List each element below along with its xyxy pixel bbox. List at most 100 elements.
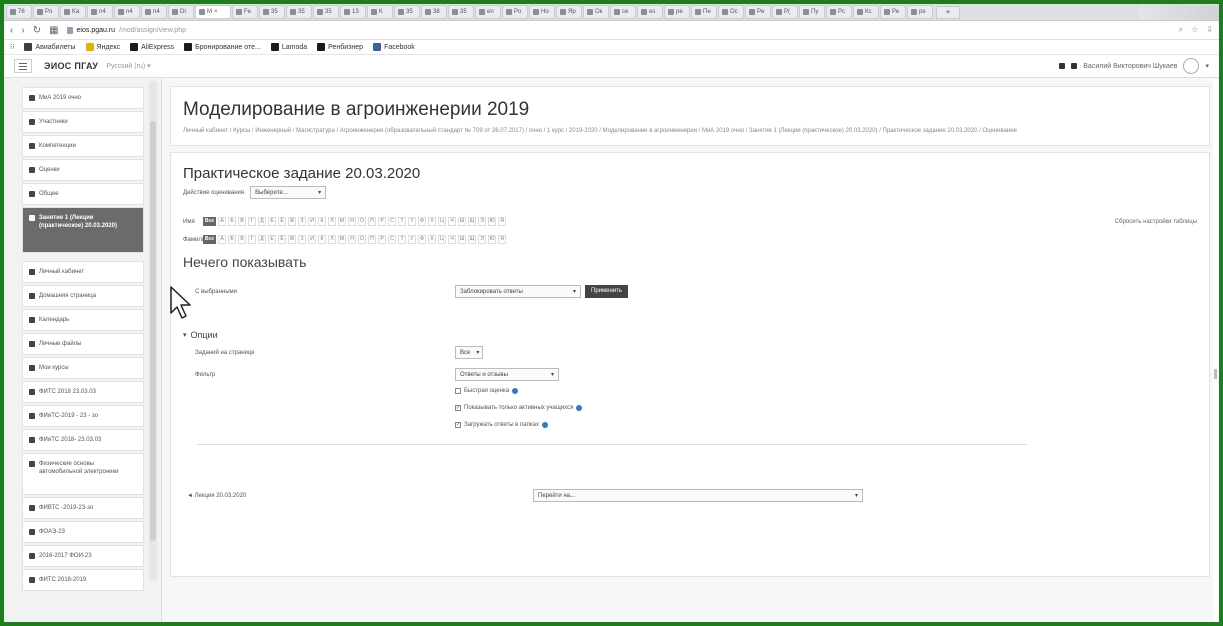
drawer-scrollbar[interactable] xyxy=(149,81,157,581)
bookmark-item[interactable]: Яндекс xyxy=(85,43,120,51)
forward-icon[interactable]: › xyxy=(21,25,24,36)
lastname-letter[interactable]: Х xyxy=(428,235,436,244)
window-controls[interactable] xyxy=(1139,4,1219,20)
drawer-item[interactable]: Участники xyxy=(22,111,144,133)
reload-icon[interactable]: ↻ xyxy=(33,25,41,36)
firstname-letter[interactable]: В xyxy=(238,217,246,226)
browser-tab[interactable]: en xyxy=(475,5,501,19)
firstname-letter[interactable]: М xyxy=(338,217,346,226)
browser-tab[interactable]: n4 xyxy=(87,5,113,19)
drawer-item[interactable]: Домашняя страница xyxy=(22,285,144,307)
breadcrumb[interactable]: Личный кабинет / Курсы / Инженерный / Ма… xyxy=(183,127,1173,136)
lastname-letter[interactable]: Э xyxy=(478,235,486,244)
lastname-letter[interactable]: Ё xyxy=(278,235,286,244)
lastname-letter[interactable]: А xyxy=(218,235,226,244)
quick-grading-checkbox[interactable] xyxy=(455,388,461,394)
browser-tab[interactable]: Пу xyxy=(799,5,825,19)
firstname-letter[interactable]: Н xyxy=(348,217,356,226)
download-icon[interactable]: ⇩ xyxy=(1206,25,1213,35)
browser-tab[interactable]: 35 xyxy=(313,5,339,19)
browser-tab[interactable]: 76 xyxy=(6,5,32,19)
lastname-letter[interactable]: Ц xyxy=(438,235,446,244)
drawer-item[interactable]: Занятие 1 (Лекции (практическое) 20.03.2… xyxy=(22,207,144,253)
browser-tab[interactable]: Fe xyxy=(232,5,258,19)
bookmark-item[interactable]: Ренбизнер xyxy=(317,43,363,51)
browser-tab[interactable]: Кс xyxy=(853,5,879,19)
drawer-item[interactable]: Личные файлы xyxy=(22,333,144,355)
close-tab-icon[interactable]: × xyxy=(214,9,218,15)
bookmark-item[interactable]: AliExpress xyxy=(130,43,174,51)
notifications-icon[interactable] xyxy=(1059,63,1066,69)
bookmark-item[interactable]: Facebook xyxy=(373,43,415,51)
lastname-letter[interactable]: Ф xyxy=(418,235,426,244)
firstname-letter[interactable]: Я xyxy=(498,217,506,226)
browser-tab[interactable]: 13 xyxy=(340,5,366,19)
firstname-letter[interactable]: Э xyxy=(478,217,486,226)
firstname-letter[interactable]: Х xyxy=(428,217,436,226)
drawer-item[interactable]: 2016-2017 ФОИ-23 xyxy=(22,545,144,567)
drawer-item[interactable]: ФОАЭ-23 xyxy=(22,521,144,543)
browser-tab[interactable]: 35 xyxy=(448,5,474,19)
lastname-letter[interactable]: Е xyxy=(268,235,276,244)
bookmark-item[interactable]: Lamoda xyxy=(270,43,307,51)
lastname-letter[interactable]: Т xyxy=(398,235,406,244)
drawer-item[interactable]: ФИиТС 2018- 23.03.03 xyxy=(22,429,144,451)
options-toggle[interactable]: ▾ Опции xyxy=(183,330,1197,340)
browser-tab[interactable]: 38 xyxy=(421,5,447,19)
prev-activity-link[interactable]: ◄ Лекция 20.03.2020 xyxy=(183,493,533,499)
browser-tab[interactable]: 35 xyxy=(259,5,285,19)
lastname-letter[interactable]: Щ xyxy=(468,235,476,244)
drawer-item[interactable]: Компетенции xyxy=(22,135,144,157)
grading-action-select[interactable]: Выберите... ▾ xyxy=(250,186,327,199)
firstname-letter[interactable]: Г xyxy=(248,217,256,226)
download-folders-checkbox[interactable]: ✓ xyxy=(455,422,461,428)
firstname-letter[interactable]: К xyxy=(318,217,326,226)
lastname-letter[interactable]: Л xyxy=(328,235,336,244)
lastname-letter[interactable]: Ш xyxy=(458,235,466,244)
browser-tab[interactable]: Pe xyxy=(745,5,771,19)
back-icon[interactable]: ‹ xyxy=(10,25,13,36)
drawer-item[interactable]: ФИиТС-2019 - 23 - зо xyxy=(22,405,144,427)
drawer-item[interactable]: ФИВТС -2019-23-зо xyxy=(22,497,144,519)
firstname-letter[interactable]: Л xyxy=(328,217,336,226)
browser-tab[interactable]: Dr xyxy=(168,5,194,19)
lastname-letter[interactable]: Р xyxy=(378,235,386,244)
browser-tab[interactable]: n4 xyxy=(141,5,167,19)
help-icon[interactable] xyxy=(541,422,548,428)
drawer-item[interactable]: ФИТС 2018-2019 xyxy=(22,569,144,591)
apps-grid-icon[interactable]: ▦ xyxy=(49,25,58,36)
browser-tab[interactable]: 35 xyxy=(394,5,420,19)
lastname-letter[interactable]: Д xyxy=(258,235,266,244)
browser-tab[interactable]: Ре xyxy=(880,5,906,19)
drawer-item[interactable]: Календарь xyxy=(22,309,144,331)
lastname-letter[interactable]: Ю xyxy=(488,235,496,244)
browser-tab[interactable]: Po xyxy=(502,5,528,19)
apply-button[interactable]: Применить xyxy=(585,285,629,298)
lastname-letter[interactable]: Ж xyxy=(288,235,296,244)
messages-icon[interactable] xyxy=(1071,63,1078,69)
search-icon[interactable]: ⌕ xyxy=(1179,25,1183,35)
per-page-select[interactable]: Все ▾ xyxy=(455,346,483,359)
browser-tab[interactable]: 35 xyxy=(286,5,312,19)
firstname-letter[interactable]: У xyxy=(408,217,416,226)
firstname-letter[interactable]: Ю xyxy=(488,217,496,226)
url-field[interactable]: eios.pgau.ru/mod/assign/view.php xyxy=(66,26,186,34)
bookmark-item[interactable]: Бронирование оте... xyxy=(184,43,261,51)
firstname-letter[interactable]: Т xyxy=(398,217,406,226)
lastname-letter[interactable]: К xyxy=(318,235,326,244)
bookmark-item[interactable]: Авиабилеты xyxy=(24,43,76,51)
drawer-item[interactable]: Общее xyxy=(22,183,144,205)
browser-tab[interactable]: Ок xyxy=(583,5,609,19)
firstname-letter[interactable]: З xyxy=(298,217,306,226)
lastname-letter[interactable]: В xyxy=(238,235,246,244)
lastname-letter[interactable]: Я xyxy=(498,235,506,244)
help-icon[interactable] xyxy=(512,388,519,394)
drawer-item[interactable]: Оценки xyxy=(22,159,144,181)
lastname-letter[interactable]: Б xyxy=(228,235,236,244)
lastname-letter[interactable]: О xyxy=(358,235,366,244)
browser-tab[interactable]: Яр xyxy=(556,5,582,19)
help-icon[interactable] xyxy=(576,405,583,411)
browser-tab[interactable]: Pc xyxy=(826,5,852,19)
browser-tab[interactable]: pe xyxy=(907,5,933,19)
firstname-letter[interactable]: А xyxy=(218,217,226,226)
